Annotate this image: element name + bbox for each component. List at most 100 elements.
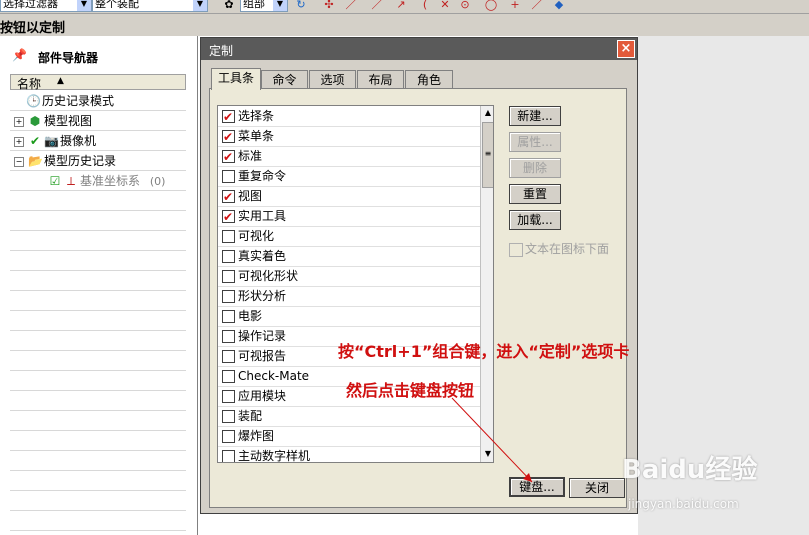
toolbar-list-item[interactable]: 电影 <box>218 306 480 327</box>
checkbox-icon[interactable] <box>222 250 235 263</box>
scroll-down-icon[interactable]: ▼ <box>481 447 493 461</box>
checkbox-icon[interactable] <box>222 310 235 323</box>
snap-icon[interactable]: ✿ <box>222 0 236 12</box>
collapse-icon[interactable]: − <box>14 156 24 167</box>
toolbar-list-item[interactable]: 重复命令 <box>218 166 480 187</box>
expand-icon[interactable]: + <box>14 116 24 127</box>
clock-icon: 🕒 <box>26 94 41 108</box>
assembly-scope-combo[interactable]: 整个装配 ▼ <box>92 0 208 12</box>
tree-item-cameras[interactable]: + ✔ 📷摄像机 <box>14 131 96 151</box>
tree-item-label: 历史记录模式 <box>42 94 115 108</box>
plus-icon[interactable]: + <box>508 0 522 12</box>
hint-bar: 按钮以定制 <box>0 14 809 36</box>
tree-item-model-views[interactable]: + ⬢ 模型视图 <box>14 111 92 131</box>
checkbox-icon[interactable] <box>222 290 235 303</box>
camera-icon: 📷 <box>44 134 59 148</box>
line-icon[interactable]: ／ <box>370 0 384 12</box>
tree-item-label: 模型历史记录 <box>44 154 117 168</box>
point-icon[interactable]: ✣ <box>322 0 336 12</box>
checkbox-icon[interactable] <box>222 410 235 423</box>
keyboard-button[interactable]: 键盘... <box>509 477 565 497</box>
expand-icon[interactable]: + <box>14 136 24 147</box>
scroll-up-icon[interactable]: ▲ <box>481 106 493 120</box>
checkbox-icon[interactable] <box>222 390 235 403</box>
toolbar-list-scrollbar[interactable]: ▲ ≡ ▼ <box>480 106 493 462</box>
circle-icon[interactable]: ⊙ <box>458 0 472 12</box>
delete-button[interactable]: 删除 <box>509 158 561 178</box>
text-below-icon-checkbox[interactable]: 文本在图标下面 <box>509 241 629 257</box>
toolbar-list-item[interactable]: 形状分析 <box>218 286 480 307</box>
chevron-down-icon: ▼ <box>77 0 91 11</box>
hint-text: 按钮以定制 <box>0 21 66 36</box>
new-button[interactable]: 新建... <box>509 106 561 126</box>
checkbox-icon[interactable] <box>222 170 235 183</box>
tree-item-model-history[interactable]: − 📂模型历史记录 <box>14 151 116 171</box>
tab-roles[interactable]: 角色 <box>405 70 453 89</box>
load-button[interactable]: 加载... <box>509 210 561 230</box>
checkbox-icon[interactable] <box>222 370 235 383</box>
toolbar-list-item[interactable]: 标准 <box>218 146 480 167</box>
tree-item-label: 摄像机 <box>60 134 97 148</box>
tree-item-datum-csys[interactable]: ☑ ⟂ 基准坐标系 (0) <box>48 171 166 191</box>
checkbox-checked-icon[interactable] <box>222 107 235 127</box>
toolbar-list-item[interactable]: 装配 <box>218 406 480 427</box>
toolbar-list-item-label: 可视化形状 <box>238 269 299 283</box>
toolbar-list-item[interactable]: 主动数字样机 <box>218 446 480 462</box>
refresh-icon[interactable]: ↻ <box>294 0 308 12</box>
tab-layout[interactable]: 布局 <box>357 70 404 89</box>
tree-item-label: 基准坐标系 <box>80 174 141 188</box>
checkbox-checked-icon[interactable] <box>222 207 235 227</box>
circle-icon[interactable]: ◯ <box>484 0 498 12</box>
visible-checkbox-icon[interactable]: ☑ <box>48 171 62 191</box>
checkbox-icon[interactable] <box>222 450 235 462</box>
customize-dialog: 定制 × 工具条 命令 选项 布局 角色 选择条菜单条标准重复命令视图实用工具可… <box>200 37 638 514</box>
close-button[interactable]: 关闭 <box>569 478 625 498</box>
tree-item-label: 模型视图 <box>44 114 93 128</box>
line-icon[interactable]: ／ <box>530 0 544 12</box>
arc-icon[interactable]: ( <box>418 0 432 12</box>
checkbox-icon[interactable] <box>222 230 235 243</box>
checkbox-checked-icon[interactable] <box>222 127 235 147</box>
toolbar-list-item-label: 应用模块 <box>238 389 287 403</box>
checkbox-icon[interactable] <box>222 350 235 363</box>
group-combo[interactable]: 组部 ▼ <box>240 0 288 12</box>
close-icon[interactable]: × <box>617 40 635 58</box>
toolbar-list-item-label: 操作记录 <box>238 329 287 343</box>
checkbox-icon[interactable] <box>222 430 235 443</box>
properties-button[interactable]: 属性... <box>509 132 561 152</box>
toolbar-list: 选择条菜单条标准重复命令视图实用工具可视化真实着色可视化形状形状分析电影操作记录… <box>217 105 494 463</box>
selection-filter-value: 选择过滤器 <box>3 0 58 10</box>
dialog-titlebar[interactable]: 定制 <box>201 38 637 60</box>
tab-commands[interactable]: 命令 <box>261 70 308 89</box>
line-icon[interactable]: ／ <box>344 0 358 12</box>
navigator-tree: 🕒历史记录模式 + ⬢ 模型视图 + ✔ 📷摄像机 − 📂模型历史记录 ☑ ⟂ 基准坐标系 (… <box>10 91 186 535</box>
point-icon[interactable]: ✕ <box>438 0 452 12</box>
arc-icon[interactable]: ↗ <box>394 0 408 12</box>
toolbar-list-item[interactable]: 真实着色 <box>218 246 480 267</box>
scroll-thumb[interactable]: ≡ <box>482 122 493 188</box>
checkbox-icon[interactable] <box>222 270 235 283</box>
annotation-line-2: 然后点击键盘按钮 <box>346 381 475 400</box>
checkbox-icon[interactable] <box>222 330 235 343</box>
folder-icon: 📂 <box>28 154 43 168</box>
tab-toolbars[interactable]: 工具条 <box>211 68 261 90</box>
toolbar-list-item[interactable]: 可视化 <box>218 226 480 247</box>
assembly-scope-value: 整个装配 <box>95 0 139 10</box>
view-icon[interactable]: ◆ <box>552 0 566 12</box>
tree-item-history-mode[interactable]: 🕒历史记录模式 <box>26 91 114 111</box>
reset-button[interactable]: 重置 <box>509 184 561 204</box>
toolbar-list-item-label: 可视报告 <box>238 349 287 363</box>
checkbox-checked-icon[interactable] <box>222 187 235 207</box>
tab-options[interactable]: 选项 <box>309 70 356 89</box>
selection-filter-combo[interactable]: 选择过滤器 ▼ <box>0 0 92 12</box>
toolbar-list-item-label: 可视化 <box>238 229 275 243</box>
toolbar-list-item[interactable]: 选择条 <box>218 106 480 127</box>
toolbar-list-item[interactable]: 爆炸图 <box>218 426 480 447</box>
toolbar-list-item[interactable]: 视图 <box>218 186 480 207</box>
checkbox-checked-icon[interactable] <box>222 147 235 167</box>
toolbar-list-item[interactable]: 菜单条 <box>218 126 480 147</box>
pin-icon[interactable]: 📌 <box>12 48 27 62</box>
toolbar-list-item[interactable]: 可视化形状 <box>218 266 480 287</box>
column-header-name[interactable]: 名称 ▲ <box>10 74 186 91</box>
toolbar-list-item[interactable]: 实用工具 <box>218 206 480 227</box>
